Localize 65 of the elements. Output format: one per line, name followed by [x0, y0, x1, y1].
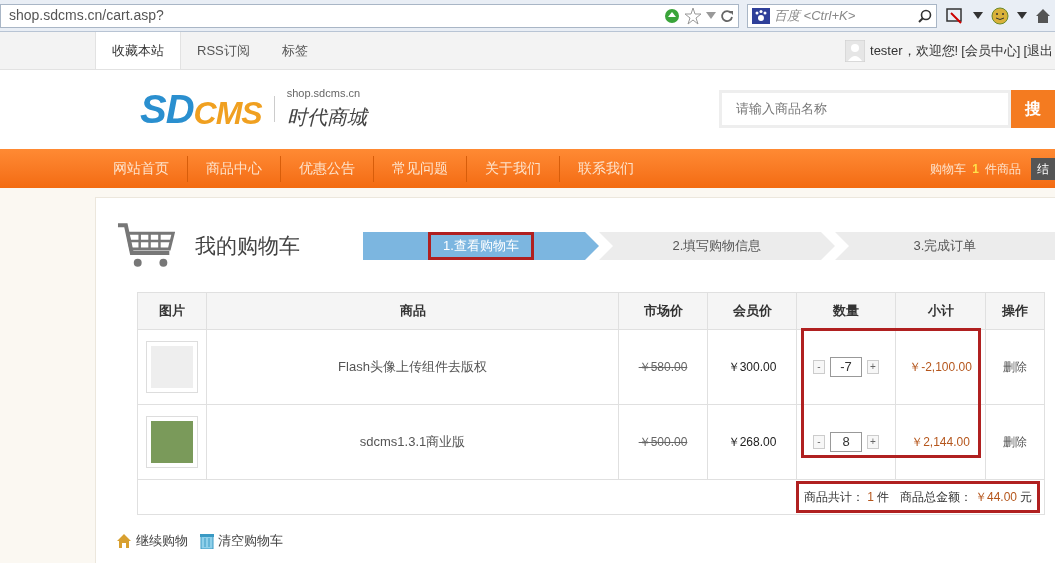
- column-header: 会员价: [707, 292, 797, 330]
- browser-search-box[interactable]: 百度 <Ctrl+K>: [747, 3, 937, 28]
- user-link[interactable]: [退出: [1023, 40, 1053, 61]
- subtotal: ￥2,144.00: [895, 404, 986, 480]
- total-label: 商品总金额：: [899, 489, 972, 506]
- item-count: 1: [867, 489, 874, 506]
- search-icon[interactable]: [918, 8, 932, 23]
- column-header: 市场价: [618, 292, 708, 330]
- tool-icon[interactable]: [945, 6, 965, 25]
- decrease-button[interactable]: -: [813, 360, 825, 374]
- avatar-icon: [845, 39, 865, 62]
- column-header: 操作: [985, 292, 1045, 330]
- market-price: ￥580.00: [618, 329, 708, 405]
- cart-unit: 件商品: [985, 160, 1021, 178]
- go-icon[interactable]: [664, 7, 680, 24]
- quantity-field[interactable]: -7: [830, 357, 862, 377]
- progress-step[interactable]: 3.完成订单: [898, 232, 992, 260]
- dropdown-icon[interactable]: [1017, 11, 1027, 20]
- column-header: 小计: [895, 292, 986, 330]
- home-icon[interactable]: [1035, 7, 1051, 24]
- top-link[interactable]: 标签: [265, 32, 324, 69]
- cart-count: 1: [972, 160, 979, 178]
- product-thumbnail: [146, 341, 198, 393]
- continue-shopping-link[interactable]: 继续购物: [116, 531, 188, 551]
- increase-button[interactable]: +: [867, 435, 879, 449]
- quantity-field[interactable]: 8: [830, 432, 862, 452]
- smiley-icon[interactable]: [991, 6, 1009, 25]
- address-bar[interactable]: shop.sdcms.cn/cart.asp?: [0, 3, 739, 28]
- product-name[interactable]: sdcms1.3.1商业版: [206, 404, 619, 480]
- member-price: ￥300.00: [707, 329, 797, 405]
- top-link[interactable]: 收藏本站: [95, 32, 181, 69]
- increase-button[interactable]: +: [867, 360, 879, 374]
- delete-link[interactable]: 删除: [985, 404, 1045, 480]
- delete-link[interactable]: 删除: [985, 329, 1045, 405]
- column-header: 商品: [206, 292, 619, 330]
- browser-search-field[interactable]: 百度 <Ctrl+K>: [774, 5, 914, 26]
- cart-label: 购物车: [930, 160, 967, 178]
- star-icon[interactable]: [684, 6, 702, 25]
- column-header: 图片: [137, 292, 207, 330]
- member-price: ￥268.00: [707, 404, 797, 480]
- total-amount: ￥44.00: [974, 489, 1017, 506]
- total-unit: 元: [1020, 489, 1032, 506]
- clear-cart-link[interactable]: 清空购物车: [200, 531, 283, 551]
- product-search-field[interactable]: 请输入商品名称: [719, 89, 1011, 128]
- progress-step[interactable]: 2.填写购物信息: [657, 232, 777, 260]
- checkout-button[interactable]: 结: [1031, 157, 1055, 180]
- paw-icon[interactable]: [752, 7, 770, 24]
- welcome-text: tester，欢迎您!: [870, 41, 959, 60]
- cart-title: 我的购物车: [195, 233, 302, 260]
- market-price: ￥500.00: [618, 404, 708, 480]
- count-label: 商品共计：: [804, 489, 865, 506]
- user-link[interactable]: [会员中心]: [961, 40, 1021, 61]
- product-thumbnail: [146, 416, 198, 468]
- house-icon: [116, 532, 132, 549]
- site-url: shop.sdcms.cn: [286, 86, 362, 102]
- count-unit: 件: [876, 489, 889, 506]
- dropdown-icon[interactable]: [973, 11, 983, 20]
- decrease-button[interactable]: -: [813, 435, 825, 449]
- bin-icon: [200, 532, 214, 549]
- reload-icon[interactable]: [720, 8, 734, 23]
- logo[interactable]: SDCMS: [140, 88, 262, 129]
- product-name[interactable]: Flash头像上传组件去版权: [206, 329, 619, 405]
- column-header: 数量: [796, 292, 896, 330]
- top-link[interactable]: RSS订阅: [181, 32, 266, 69]
- site-name: 时代商城: [286, 104, 367, 130]
